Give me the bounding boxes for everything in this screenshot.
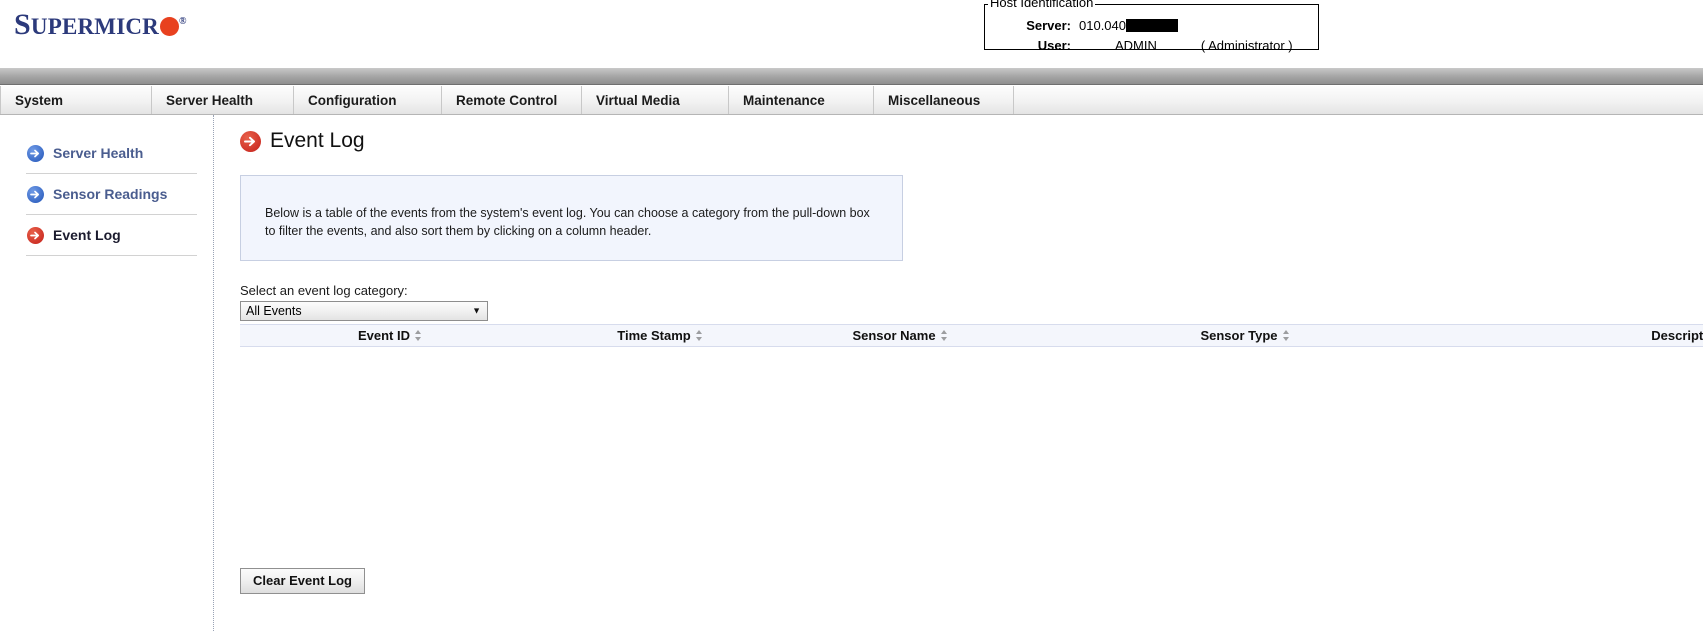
table-empty-body: [240, 346, 1703, 560]
main-panel: Event Log Below is a table of the events…: [214, 115, 1703, 631]
sort-indicator-icon: [415, 330, 422, 342]
arrow-circle-icon: [27, 185, 44, 203]
column-header-label: Sensor Name: [852, 328, 936, 344]
host-server-label: Server:: [1026, 18, 1071, 33]
arrow-circle-icon: [240, 130, 261, 152]
column-header-label: Time Stamp: [617, 328, 691, 344]
logo-registered-mark: ®: [178, 16, 187, 27]
event-category-label: Select an event log category:: [240, 283, 408, 299]
nav-item-system[interactable]: System: [0, 86, 152, 114]
nav-item-configuration[interactable]: Configuration: [294, 86, 442, 114]
table-header-row: Event ID Time Stamp Sensor Name Sensor T…: [240, 324, 1703, 348]
nav-item-maintenance[interactable]: Maintenance: [729, 86, 874, 114]
nav-item-label: Virtual Media: [596, 92, 680, 108]
event-category-select[interactable]: All Events ▼: [240, 301, 488, 322]
info-box-text: Below is a table of the events from the …: [265, 206, 870, 239]
nav-item-label: Configuration: [308, 92, 397, 108]
page-title: Event Log: [240, 129, 1703, 153]
sidebar-item-server-health[interactable]: Server Health: [0, 133, 213, 173]
supermicro-logo: SUPERMICR ®: [14, 10, 187, 42]
column-header-event-id[interactable]: Event ID: [240, 324, 540, 348]
logo-wordmark: UPERMICR: [30, 14, 159, 39]
nav-item-label: Server Health: [166, 92, 254, 108]
event-log-table-head: Event ID Time Stamp Sensor Name Sensor T…: [240, 324, 1703, 348]
logo-dot-icon: [159, 17, 179, 36]
sort-indicator-icon: [1282, 330, 1290, 342]
navbar-top-strip: [0, 68, 1703, 85]
sidebar: Server Health Sensor Readings Event Log: [0, 115, 214, 631]
column-header-label: Event ID: [357, 328, 410, 344]
chevron-down-icon: ▼: [472, 305, 481, 316]
clear-event-log-button[interactable]: Clear Event Log: [240, 567, 365, 594]
sort-indicator-icon: [940, 330, 948, 342]
host-user-label: User:: [1037, 38, 1071, 53]
host-server-value: 010.040: [1079, 18, 1178, 33]
info-box: Below is a table of the events from the …: [240, 175, 903, 262]
sidebar-item-event-log[interactable]: Event Log: [0, 215, 213, 255]
table-actions: Clear Event Log: [240, 567, 1703, 594]
host-server-row: Server: 010.040: [985, 18, 1318, 33]
nav-item-virtual-media[interactable]: Virtual Media: [582, 86, 729, 114]
host-server-ip: 010.040: [1079, 18, 1126, 33]
column-header-time-stamp[interactable]: Time Stamp: [540, 324, 780, 348]
event-category-selected-value: All Events: [246, 304, 302, 319]
nav-item-server-health[interactable]: Server Health: [152, 86, 294, 114]
sidebar-item-label: Sensor Readings: [53, 186, 168, 202]
host-user-row: User: ADMIN ( Administrator ): [985, 38, 1318, 53]
main-navigation: System Server Health Configuration Remot…: [0, 85, 1703, 115]
host-user-value: ADMIN: [1115, 38, 1157, 53]
sidebar-item-sensor-readings[interactable]: Sensor Readings: [0, 174, 213, 214]
navbar-filler: [1014, 86, 1703, 114]
sidebar-item-label: Server Health: [53, 145, 144, 161]
host-server-ip-redaction: [1126, 19, 1178, 32]
nav-item-remote-control[interactable]: Remote Control: [442, 86, 582, 114]
nav-item-miscellaneous[interactable]: Miscellaneous: [874, 86, 1014, 114]
column-header-sensor-type[interactable]: Sensor Type: [1020, 324, 1470, 348]
nav-item-label: Miscellaneous: [888, 92, 981, 108]
logo-cap-letter: S: [14, 8, 31, 41]
page-title-text: Event Log: [270, 129, 365, 152]
sort-indicator-icon: [695, 330, 703, 342]
nav-item-label: Remote Control: [456, 92, 558, 108]
host-user-role: ( Administrator ): [1200, 38, 1293, 53]
page-header: SUPERMICR ® Host Identification Server: 0…: [0, 0, 1703, 68]
sidebar-divider: [26, 255, 197, 256]
sidebar-item-label: Event Log: [53, 227, 121, 243]
arrow-circle-icon: [27, 226, 44, 244]
column-header-sensor-name[interactable]: Sensor Name: [780, 324, 1020, 348]
event-log-table: Event ID Time Stamp Sensor Name Sensor T…: [240, 324, 1703, 560]
host-identification-panel: Host Identification Server: 010.040 User…: [984, 0, 1319, 53]
event-log-table-body: [240, 346, 1703, 560]
table-empty-cell: [240, 346, 1703, 560]
nav-item-label: System: [15, 92, 64, 108]
arrow-circle-icon: [27, 144, 44, 162]
column-header-label: Description: [1651, 328, 1703, 344]
host-identification-legend: Host Identification: [988, 0, 1096, 10]
nav-item-label: Maintenance: [743, 92, 825, 108]
page-content: Server Health Sensor Readings Event Log …: [0, 115, 1703, 631]
column-header-description[interactable]: Description: [1470, 324, 1703, 348]
column-header-label: Sensor Type: [1200, 328, 1278, 344]
